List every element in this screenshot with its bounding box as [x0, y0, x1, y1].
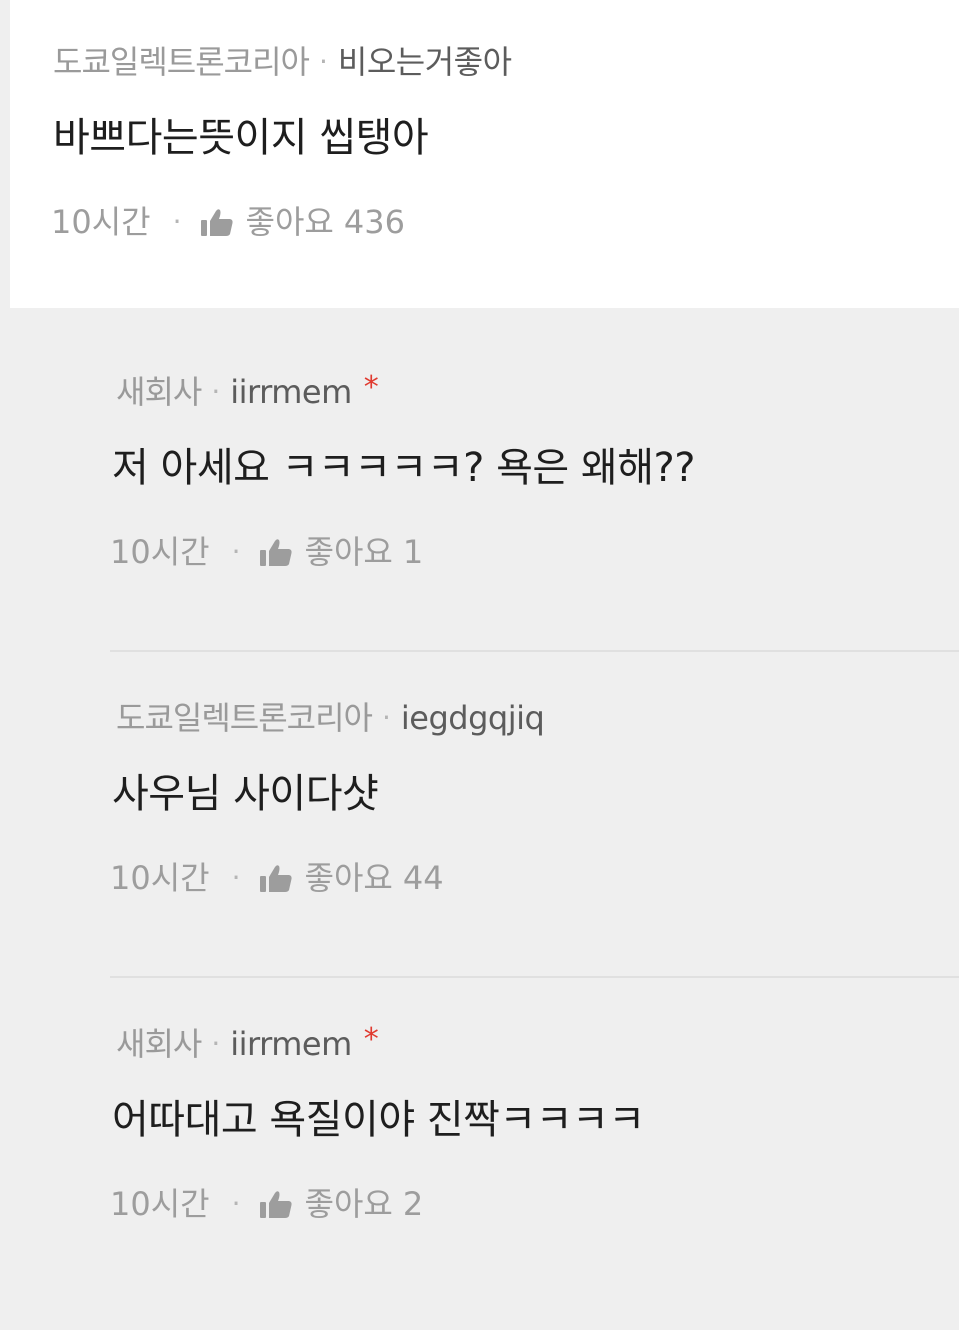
- comment-time: 10시간: [110, 859, 210, 897]
- comment-footer: 10시간 · 좋아요 1: [110, 530, 423, 574]
- like-count: 2: [402, 1185, 424, 1223]
- like-count: 1: [402, 533, 424, 571]
- reply-target[interactable]: iegdgqjiq: [401, 696, 545, 740]
- comment-author[interactable]: 새회사: [116, 370, 202, 414]
- thumbs-up-icon: [259, 537, 293, 567]
- parent-comment: 도쿄일렉트론코리아 · 비오는거좋아 바쁘다는뜻이지 씹탱아 10시간 · 좋아…: [10, 0, 959, 308]
- thumbs-up-icon: [259, 1189, 293, 1219]
- comment-author[interactable]: 도쿄일렉트론코리아: [53, 40, 310, 84]
- like-count: 436: [343, 203, 405, 241]
- reply-comment: 도쿄일렉트론코리아 · iegdgqjiq 사우님 사이다샷 10시간 · 좋아…: [0, 652, 959, 978]
- meta-separator: ·: [211, 1027, 221, 1060]
- comment-meta: 새회사 · iirrmem *: [116, 370, 379, 414]
- comment-author[interactable]: 새회사: [116, 1022, 202, 1066]
- comment-text: 사우님 사이다샷: [112, 771, 379, 817]
- comment-text: 어따대고 욕질이야 진짝ㅋㅋㅋㅋ: [112, 1097, 645, 1143]
- thumbs-up-icon: [200, 207, 234, 237]
- reply-comment: 새회사 · iirrmem * 저 아세요 ㅋㅋㅋㅋㅋ? 욕은 왜해?? 10시…: [0, 326, 959, 652]
- like-label: 좋아요: [304, 533, 393, 571]
- comment-meta: 도쿄일렉트론코리아 · iegdgqjiq: [116, 696, 545, 740]
- comment-time: 10시간: [110, 1185, 210, 1223]
- comment-footer: 10시간 · 좋아요 2: [110, 1182, 423, 1226]
- reply-comment: 새회사 · iirrmem * 어따대고 욕질이야 진짝ㅋㅋㅋㅋ 10시간 · …: [0, 978, 959, 1304]
- comment-text: 저 아세요 ㅋㅋㅋㅋㅋ? 욕은 왜해??: [112, 445, 695, 491]
- like-count: 44: [402, 859, 444, 897]
- reply-target[interactable]: iirrmem: [230, 1022, 352, 1066]
- comment-meta: 새회사 · iirrmem *: [116, 1022, 379, 1066]
- meta-separator: ·: [381, 701, 391, 734]
- footer-separator: ·: [172, 205, 182, 238]
- reply-target[interactable]: iirrmem: [230, 370, 352, 414]
- like-button[interactable]: 좋아요 436: [200, 200, 405, 244]
- footer-separator: ·: [231, 1187, 241, 1220]
- author-mark: *: [363, 370, 379, 405]
- comment-text: 바쁘다는뜻이지 씹탱아: [53, 115, 429, 161]
- like-label: 좋아요: [304, 859, 393, 897]
- comment-author[interactable]: 도쿄일렉트론코리아: [116, 696, 373, 740]
- comment-time: 10시간: [110, 533, 210, 571]
- like-label: 좋아요: [304, 1185, 393, 1223]
- footer-separator: ·: [231, 861, 241, 894]
- author-mark: *: [363, 1022, 379, 1057]
- like-button[interactable]: 좋아요 44: [259, 856, 444, 900]
- reply-target[interactable]: 비오는거좋아: [338, 40, 512, 84]
- thumbs-up-icon: [259, 863, 293, 893]
- comment-time: 10시간: [51, 203, 151, 241]
- like-label: 좋아요: [245, 203, 334, 241]
- footer-separator: ·: [231, 535, 241, 568]
- meta-separator: ·: [211, 375, 221, 408]
- comment-footer: 10시간 · 좋아요 44: [110, 856, 444, 900]
- comment-footer: 10시간 · 좋아요 436: [51, 200, 405, 244]
- meta-separator: ·: [318, 45, 328, 78]
- like-button[interactable]: 좋아요 2: [259, 1182, 424, 1226]
- comment-meta: 도쿄일렉트론코리아 · 비오는거좋아: [53, 40, 512, 84]
- like-button[interactable]: 좋아요 1: [259, 530, 424, 574]
